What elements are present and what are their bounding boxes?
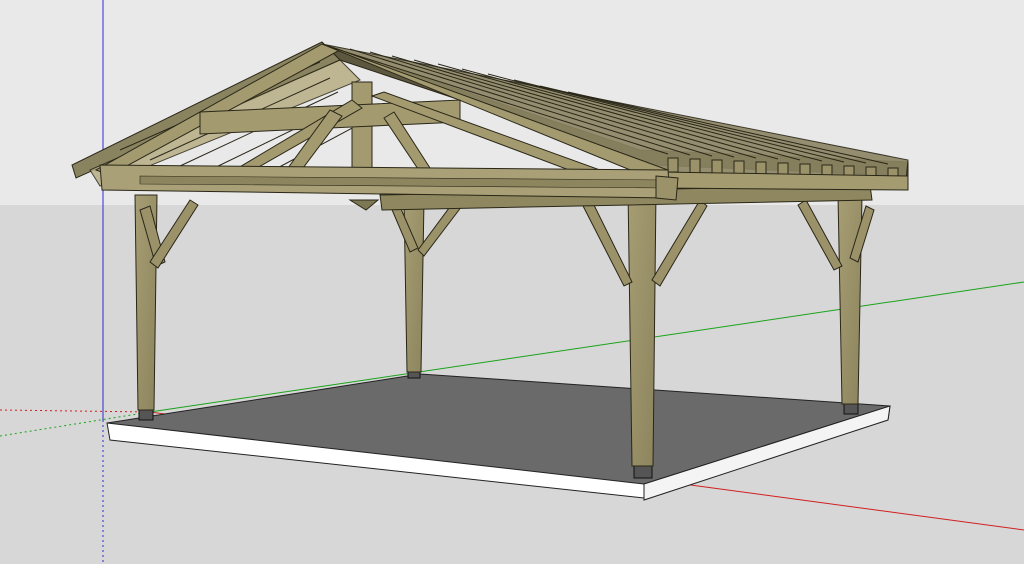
right-end-beam[interactable]: [655, 175, 679, 201]
scene: [0, 0, 1024, 564]
3d-viewport[interactable]: [0, 0, 1024, 564]
